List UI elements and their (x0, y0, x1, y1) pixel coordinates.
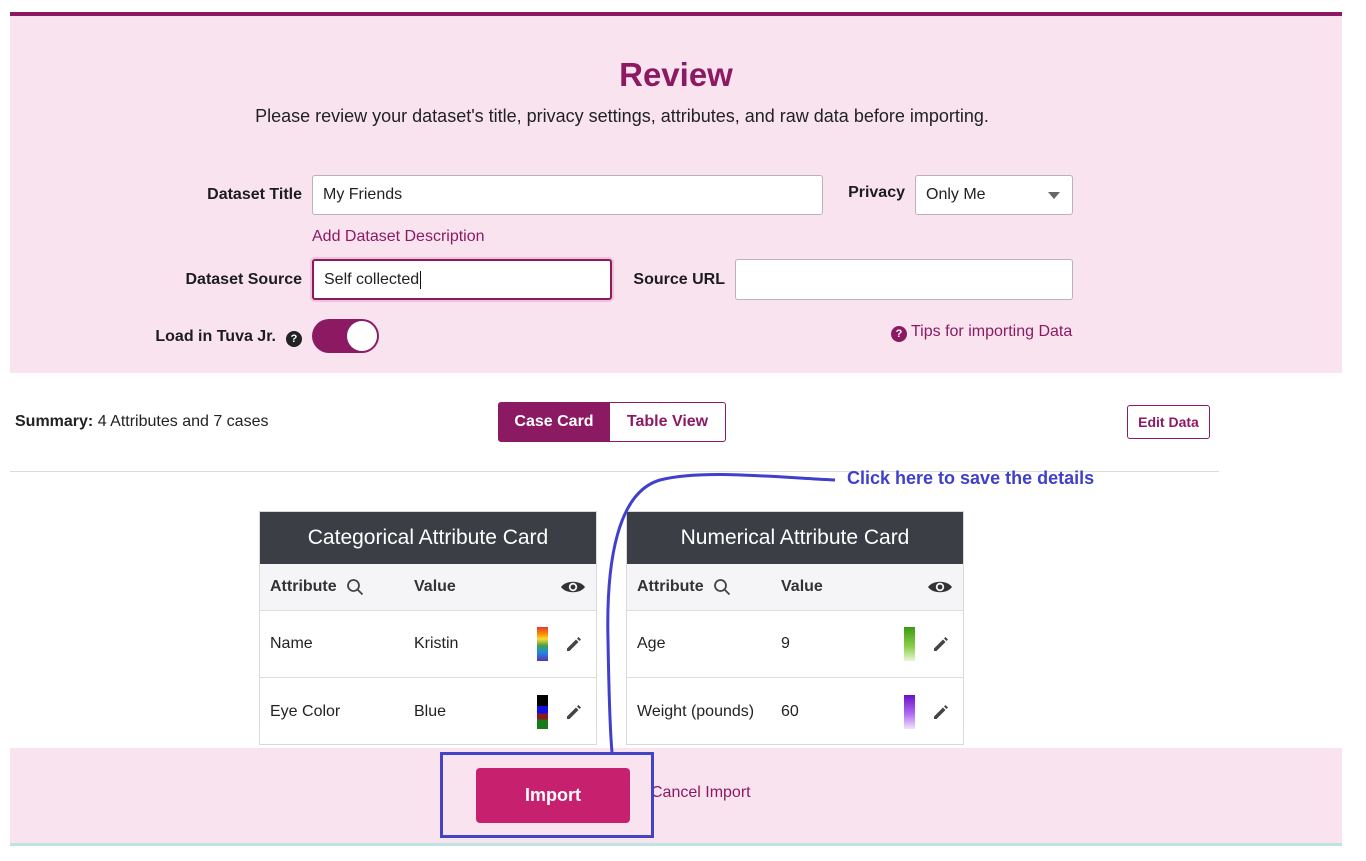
value-column-header: Value (414, 578, 456, 595)
attribute-row: Age 9 (627, 611, 963, 678)
value-column-header: Value (781, 578, 823, 595)
search-icon[interactable] (346, 578, 364, 596)
footer-divider (10, 843, 1342, 846)
attribute-value: Blue (414, 702, 447, 720)
pencil-edit-icon[interactable] (931, 702, 951, 722)
attribute-name: Eye Color (270, 702, 341, 720)
summary-label: Summary: (15, 413, 94, 430)
privacy-label: Privacy (848, 184, 905, 201)
summary: Summary: 4 Attributes and 7 cases (15, 413, 268, 431)
attribute-value: 9 (781, 635, 790, 652)
attribute-name: Age (637, 635, 666, 652)
annotation-text: Click here to save the details (847, 468, 1095, 488)
attribute-value: 60 (781, 702, 799, 720)
dataset-source-value: Self collected (324, 270, 420, 288)
card-header-row: Attribute Value (627, 564, 963, 611)
add-dataset-description-link[interactable]: Add Dataset Description (312, 228, 485, 246)
cancel-import-link[interactable]: Cancel Import (651, 784, 751, 802)
card-header-row: Attribute Value (260, 564, 596, 611)
attribute-row: Name Kristin (260, 611, 596, 678)
tab-case-card[interactable]: Case Card (498, 402, 610, 442)
card-title: Numerical Attribute Card (627, 512, 963, 564)
pencil-edit-icon[interactable] (564, 634, 584, 654)
attribute-column-header: Attribute (270, 578, 337, 595)
page-subtitle: Please review your dataset's title, priv… (255, 106, 989, 126)
dataset-source-input[interactable]: Self collected (312, 259, 612, 300)
toggle-knob (347, 321, 377, 351)
color-palette-swatch[interactable] (537, 627, 548, 661)
pencil-edit-icon[interactable] (931, 634, 951, 654)
attribute-row: Eye Color Blue (260, 678, 596, 745)
attribute-name: Weight (pounds) (637, 702, 755, 720)
load-tuva-toggle[interactable] (312, 319, 379, 353)
privacy-select[interactable]: Only Me (915, 175, 1073, 215)
summary-text: 4 Attributes and 7 cases (97, 413, 269, 430)
color-gradient-swatch[interactable] (904, 694, 915, 729)
source-url-label: Source URL (633, 271, 725, 288)
dataset-title-input[interactable]: My Friends (312, 175, 823, 215)
color-gradient-swatch[interactable] (904, 627, 915, 661)
attribute-row: Weight (pounds) 60 (627, 678, 963, 745)
dataset-title-label: Dataset Title (207, 186, 302, 203)
page-title: Review (619, 56, 733, 93)
privacy-value: Only Me (926, 186, 986, 203)
tips-help-icon[interactable]: ? (891, 326, 907, 342)
color-palette-swatch[interactable] (537, 694, 548, 729)
attribute-name: Name (270, 635, 313, 652)
search-icon[interactable] (713, 578, 731, 596)
attribute-column-header: Attribute (637, 578, 704, 595)
tab-table-view[interactable]: Table View (609, 402, 726, 442)
numerical-attribute-card: Numerical Attribute Card Attribute Value… (626, 511, 964, 745)
eye-icon[interactable] (560, 579, 586, 595)
chevron-down-icon (1048, 192, 1060, 199)
dataset-source-label: Dataset Source (185, 271, 303, 288)
source-url-input[interactable] (735, 259, 1073, 300)
text-caret (420, 270, 422, 289)
help-icon[interactable]: ? (286, 331, 302, 347)
load-tuva-label: Load in Tuva Jr. (155, 328, 276, 345)
attribute-value: Kristin (414, 635, 459, 652)
edit-data-button[interactable]: Edit Data (1127, 405, 1210, 439)
categorical-attribute-card: Categorical Attribute Card Attribute Val… (259, 511, 597, 745)
annotation-highlight-box (440, 752, 654, 838)
pencil-edit-icon[interactable] (564, 702, 584, 722)
tips-link[interactable]: Tips for importing Data (911, 323, 1072, 341)
dataset-title-value: My Friends (323, 186, 403, 203)
eye-icon[interactable] (927, 579, 953, 595)
card-title: Categorical Attribute Card (260, 512, 596, 564)
